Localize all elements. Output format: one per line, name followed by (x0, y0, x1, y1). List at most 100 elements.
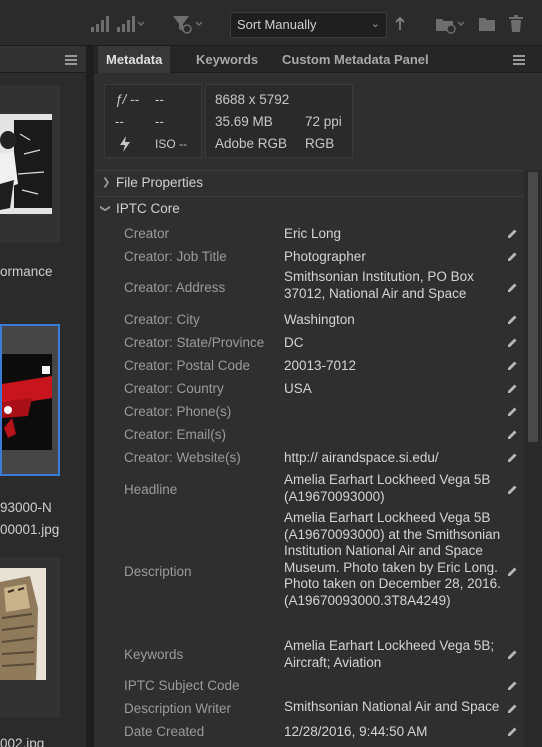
field-value[interactable]: Washington (284, 312, 502, 329)
sort-select[interactable]: Sort Manually ⌄ (230, 12, 387, 38)
field-label: Creator (124, 226, 170, 241)
field-label: Creator: Address (124, 280, 226, 295)
field-creator-city[interactable]: Creator: City Washington (94, 310, 524, 332)
field-creator-postal-code[interactable]: Creator: Postal Code 20013-7012 (94, 356, 524, 378)
edit-pencil-icon[interactable] (507, 383, 518, 394)
field-label: Keywords (124, 647, 184, 662)
iso-value: ISO -- (155, 137, 187, 151)
chevron-right-icon: ❯ (102, 177, 111, 188)
field-value[interactable]: USA (284, 381, 502, 398)
field-label: Description Writer (124, 701, 232, 716)
field-label: Creator: Phone(s) (124, 404, 232, 419)
metadata-tab-bar: Metadata Keywords Custom Metadata Panel (94, 46, 542, 73)
filter-funnel-icon[interactable] (172, 14, 206, 34)
flash-icon (119, 136, 131, 155)
content-panel-header (0, 46, 86, 73)
field-value[interactable]: 12/28/2016, 9:44:50 AM (284, 724, 502, 741)
section-divider (94, 196, 524, 197)
section-title: File Properties (116, 175, 204, 190)
thumbnail-cell-selected[interactable] (0, 324, 60, 476)
thumbnail-cell[interactable] (0, 558, 60, 718)
chevron-down-icon: ⌄ (370, 18, 380, 30)
field-value[interactable]: Photographer (284, 249, 502, 266)
panel-divider[interactable] (86, 46, 94, 747)
metadata-panel: Metadata Keywords Custom Metadata Panel … (94, 46, 542, 747)
field-value[interactable]: Amelia Earhart Lockheed Vega 5B (A196700… (284, 510, 502, 609)
field-value[interactable]: Amelia Earhart Lockheed Vega 5B; Aircraf… (284, 638, 502, 671)
field-value[interactable]: Smithsonian National Air and Space (284, 699, 502, 716)
field-creator-address[interactable]: Creator: Address Smithsonian Institution… (94, 269, 524, 309)
field-description-writer[interactable]: Description Writer Smithsonian National … (94, 699, 524, 721)
trash-icon[interactable] (508, 14, 524, 34)
edit-pencil-icon[interactable] (507, 566, 518, 577)
tab-keywords[interactable]: Keywords (196, 46, 258, 73)
metering-value: -- (155, 114, 164, 129)
field-value[interactable]: Eric Long (284, 226, 502, 243)
field-creator-phones[interactable]: Creator: Phone(s) (94, 402, 524, 424)
recent-folder-icon[interactable] (435, 14, 467, 34)
panel-menu-icon[interactable] (513, 55, 525, 65)
edit-pencil-icon[interactable] (507, 282, 518, 293)
field-creator-job-title[interactable]: Creator: Job Title Photographer (94, 247, 524, 269)
thumbnail-image (0, 114, 52, 214)
field-headline[interactable]: Headline Amelia Earhart Lockheed Vega 5B… (94, 472, 524, 512)
field-creator-emails[interactable]: Creator: Email(s) (94, 425, 524, 447)
section-file-properties[interactable]: ❯ File Properties (94, 172, 524, 196)
field-creator-state-province[interactable]: Creator: State/Province DC (94, 333, 524, 355)
section-divider (94, 170, 524, 171)
field-date-created[interactable]: Date Created 12/28/2016, 9:44:50 AM (94, 722, 524, 744)
thumbnail-image (0, 568, 46, 680)
file-data-box: 8688 x 5792 35.69 MB 72 ppi Adobe RGB RG… (205, 84, 353, 158)
aperture-value: ƒ/ -- (115, 92, 140, 107)
tab-custom-metadata-panel[interactable]: Custom Metadata Panel (282, 46, 429, 73)
field-description[interactable]: Description Amelia Earhart Lockheed Vega… (94, 510, 524, 634)
image-dimensions: 8688 x 5792 (215, 92, 290, 107)
edit-pencil-icon[interactable] (507, 360, 518, 371)
field-label: IPTC Subject Code (124, 678, 240, 693)
rating-filter-icon[interactable] (90, 14, 110, 34)
chevron-down-icon: ❯ (99, 204, 111, 213)
edit-pencil-icon[interactable] (507, 484, 518, 495)
thumbnail-label: 93000-N (0, 500, 52, 515)
field-value[interactable]: DC (284, 335, 502, 352)
edit-pencil-icon[interactable] (507, 429, 518, 440)
edit-pencil-icon[interactable] (507, 703, 518, 714)
field-keywords[interactable]: Keywords Amelia Earhart Lockheed Vega 5B… (94, 638, 524, 678)
panel-menu-icon[interactable] (65, 55, 77, 65)
shutter-value: -- (155, 92, 164, 107)
edit-pencil-icon[interactable] (507, 337, 518, 348)
sort-ascending-icon[interactable] (394, 14, 406, 34)
field-label: Headline (124, 482, 178, 497)
scrollbar-thumb[interactable] (528, 172, 538, 442)
color-profile: Adobe RGB (215, 136, 288, 151)
field-label: Creator: City (124, 312, 200, 327)
edit-pencil-icon[interactable] (507, 314, 518, 325)
field-creator[interactable]: Creator Eric Long (94, 224, 524, 246)
tab-metadata[interactable]: Metadata (98, 46, 171, 73)
field-label: Creator: State/Province (124, 335, 265, 350)
thumbnail-cell[interactable] (0, 86, 60, 242)
field-value[interactable]: Smithsonian Institution, PO Box 37012, N… (284, 269, 502, 302)
edit-pencil-icon[interactable] (507, 251, 518, 262)
field-creator-websites[interactable]: Creator: Website(s) http:// airandspace.… (94, 448, 524, 470)
field-label: Creator: Email(s) (124, 427, 227, 442)
field-value[interactable]: 20013-7012 (284, 358, 502, 375)
edit-pencil-icon[interactable] (507, 452, 518, 463)
edit-pencil-icon[interactable] (507, 406, 518, 417)
field-value[interactable]: http:// airandspace.si.edu/ (284, 450, 502, 467)
thumbnail-image (2, 354, 52, 450)
new-folder-icon[interactable] (478, 14, 496, 34)
field-iptc-subject-code[interactable]: IPTC Subject Code (94, 676, 524, 698)
field-value[interactable]: Amelia Earhart Lockheed Vega 5B (A196700… (284, 472, 502, 505)
field-label: Description (124, 564, 192, 579)
field-creator-country[interactable]: Creator: Country USA (94, 379, 524, 401)
edit-pencil-icon[interactable] (507, 726, 518, 737)
resolution: 72 ppi (305, 114, 342, 129)
edit-pencil-icon[interactable] (507, 228, 518, 239)
edit-pencil-icon[interactable] (507, 649, 518, 660)
quality-filter-icon[interactable] (116, 14, 146, 34)
edit-pencil-icon[interactable] (507, 680, 518, 691)
section-iptc-core[interactable]: ❯ IPTC Core (94, 198, 524, 222)
metadata-scrollbar[interactable] (524, 170, 542, 747)
exposure-value: -- (115, 114, 124, 129)
